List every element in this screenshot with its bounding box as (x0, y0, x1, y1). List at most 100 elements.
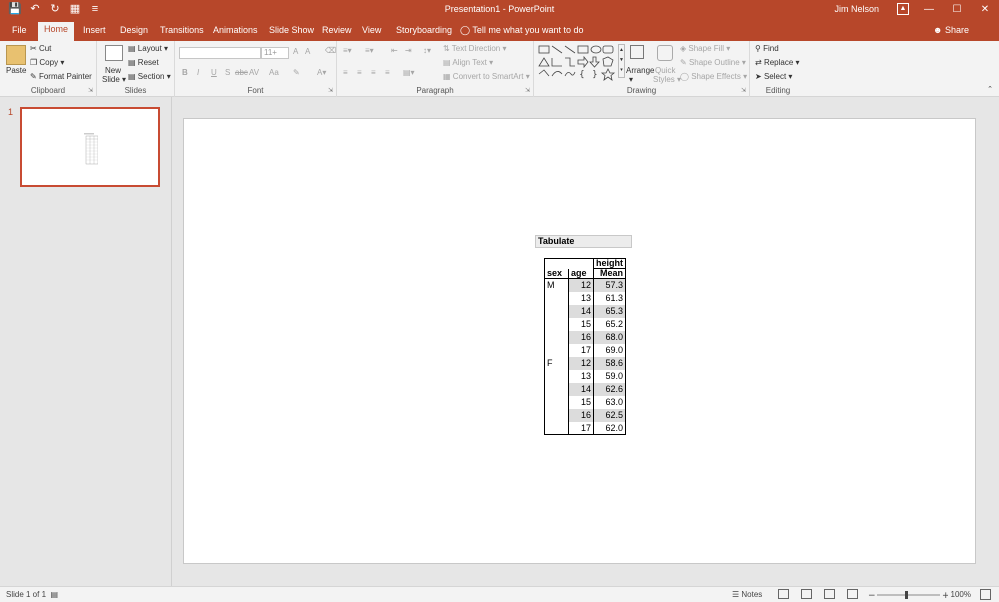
justify-icon[interactable]: ≡ (385, 68, 390, 77)
slide-editor: Tabulate height sex age Mean M 12 57.3 13 61… (173, 97, 999, 586)
slide-info-text: Slide 1 of 1 (6, 590, 47, 599)
numbering-icon[interactable]: ≡▾ (365, 46, 374, 55)
tabulate-title[interactable]: Tabulate (535, 235, 632, 248)
cut-button[interactable]: ✂ Cut (30, 44, 51, 53)
underline-button[interactable]: U (211, 68, 217, 77)
new-slide-dropdown[interactable]: Slide ▾ (102, 75, 126, 84)
shadow-button[interactable]: S (225, 68, 230, 77)
mean-cell: 62.6 (593, 382, 626, 396)
italic-button[interactable]: I (197, 68, 199, 77)
maximize-icon[interactable]: ☐ (943, 0, 971, 19)
tab-home[interactable]: Home (38, 22, 75, 41)
tab-storyboarding[interactable]: Storyboarding (390, 23, 458, 41)
grow-font-button[interactable]: A (293, 47, 298, 56)
quick-styles-button[interactable]: Quick (655, 66, 675, 75)
arrange-button[interactable]: Arrange (626, 66, 654, 75)
shapes-scroll[interactable]: ▲ ▼ ▾ (618, 44, 625, 78)
increase-indent-icon[interactable]: ⇥ (405, 46, 412, 55)
select-button[interactable]: ➤ Select ▾ (755, 72, 792, 81)
columns-icon[interactable]: ▤▾ (403, 68, 415, 77)
align-left-icon[interactable]: ≡ (343, 68, 348, 77)
shapes-gallery[interactable]: { } (538, 44, 618, 82)
section-button[interactable]: ▤ Section ▾ (128, 72, 171, 81)
title-bar: 💾 ↶ ↻ ▦ ≡ Presentation1 - PowerPoint Jim… (0, 0, 999, 19)
select-label: Select (763, 72, 787, 81)
clipboard-launcher-icon[interactable]: ⇲ (88, 87, 93, 94)
tab-slide-show[interactable]: Slide Show (263, 23, 320, 41)
slide-canvas[interactable]: Tabulate height sex age Mean M 12 57.3 13 61… (183, 118, 976, 564)
copy-button[interactable]: ❐ Copy ▾ (30, 58, 64, 67)
highlight-icon[interactable]: ✎ (293, 68, 300, 77)
reading-view-icon[interactable] (824, 589, 835, 599)
bold-button[interactable]: B (182, 68, 188, 77)
minimize-icon[interactable]: — (915, 0, 943, 19)
mean-cell: 62.0 (593, 421, 626, 435)
slide-sorter-icon[interactable] (801, 589, 812, 599)
find-button[interactable]: ⚲ Find (755, 44, 779, 53)
reset-button[interactable]: ▤ Reset (128, 58, 159, 67)
drawing-group: { } ▲ ▼ ▾ Arrange ▾ Quick Styles ▾ ◈ Shape… (534, 41, 750, 97)
mean-cell: 69.0 (593, 343, 626, 357)
tab-review[interactable]: Review (316, 23, 358, 41)
tab-view[interactable]: View (356, 23, 387, 41)
font-launcher-icon[interactable]: ⇲ (328, 87, 333, 94)
convert-smartart-button[interactable]: ▦ Convert to SmartArt ▾ (443, 72, 530, 81)
shape-fill-button[interactable]: ◈ Shape Fill ▾ (680, 44, 730, 53)
paragraph-launcher-icon[interactable]: ⇲ (525, 87, 530, 94)
quick-styles-button-2[interactable]: Styles ▾ (653, 75, 681, 84)
sex-cell (544, 330, 569, 344)
tab-insert[interactable]: Insert (77, 23, 112, 41)
header-sex: sex (544, 268, 569, 279)
arrange-dropdown-icon[interactable]: ▾ (629, 75, 633, 84)
ribbon-display-options-icon[interactable]: ▲ (897, 3, 909, 15)
align-text-button[interactable]: ▤ Align Text ▾ (443, 58, 493, 67)
close-icon[interactable]: ✕ (971, 0, 999, 19)
collapse-ribbon-icon[interactable]: ⌃ (987, 85, 993, 93)
zoom-level[interactable]: 100% (951, 590, 971, 599)
tab-design[interactable]: Design (114, 23, 154, 41)
font-name-input[interactable] (179, 47, 261, 59)
tell-me-search[interactable]: ◯ Tell me what you want to do (460, 25, 583, 36)
share-button[interactable]: ☻ Share (933, 25, 969, 35)
mean-cell: 61.3 (593, 291, 626, 305)
slide-thumbnail[interactable] (20, 107, 160, 187)
age-cell: 14 (568, 304, 594, 318)
slides-group: New Slide ▾ ▤ Layout ▾ ▤ Reset ▤ Section… (97, 41, 175, 97)
spelling-icon[interactable]: ▤ (50, 590, 58, 599)
new-slide-button[interactable]: New (105, 66, 121, 75)
fit-to-window-icon[interactable] (980, 589, 991, 600)
change-case-button[interactable]: Aa (269, 68, 279, 77)
drawing-launcher-icon[interactable]: ⇲ (741, 87, 746, 94)
clear-formatting-icon[interactable]: ⌫ (325, 46, 336, 55)
normal-view-icon[interactable] (778, 589, 789, 599)
zoom-slider[interactable]: − + (868, 590, 948, 600)
shape-effects-button[interactable]: ◯ Shape Effects ▾ (680, 72, 747, 81)
format-painter-button[interactable]: ✎ Format Painter (30, 72, 92, 81)
tabulate-table[interactable]: height sex age Mean M 12 57.3 13 61.3 14 65.3 1… (544, 258, 626, 435)
align-right-icon[interactable]: ≡ (371, 68, 376, 77)
align-center-icon[interactable]: ≡ (357, 68, 362, 77)
sex-cell (544, 408, 569, 422)
tab-transitions[interactable]: Transitions (154, 23, 210, 41)
character-spacing-button[interactable]: AV (249, 68, 259, 77)
notes-button[interactable]: ☰ Notes (732, 590, 762, 599)
clipboard-group-label: Clipboard (30, 86, 66, 95)
tab-file[interactable]: File (6, 23, 33, 41)
slideshow-view-icon[interactable] (847, 589, 858, 599)
strikethrough-button[interactable]: abc (235, 68, 248, 77)
replace-button[interactable]: ⇄ Replace ▾ (755, 58, 800, 67)
bullets-icon[interactable]: ≡▾ (343, 46, 352, 55)
shrink-font-button[interactable]: A (305, 47, 310, 56)
paste-button[interactable]: Paste (6, 66, 26, 75)
header-variable: height (593, 258, 626, 269)
tab-animations[interactable]: Animations (207, 23, 264, 41)
shape-outline-button[interactable]: ✎ Shape Outline ▾ (680, 58, 746, 67)
user-name[interactable]: Jim Nelson (834, 4, 879, 14)
line-spacing-icon[interactable]: ↕▾ (423, 46, 431, 55)
decrease-indent-icon[interactable]: ⇤ (391, 46, 398, 55)
font-size-input[interactable]: 11+ (261, 47, 289, 59)
font-color-icon[interactable]: A▾ (317, 68, 326, 77)
text-direction-button[interactable]: ⇅ Text Direction ▾ (443, 44, 507, 53)
table-row: 14 65.3 (544, 304, 626, 318)
layout-button[interactable]: ▤ Layout ▾ (128, 44, 168, 53)
